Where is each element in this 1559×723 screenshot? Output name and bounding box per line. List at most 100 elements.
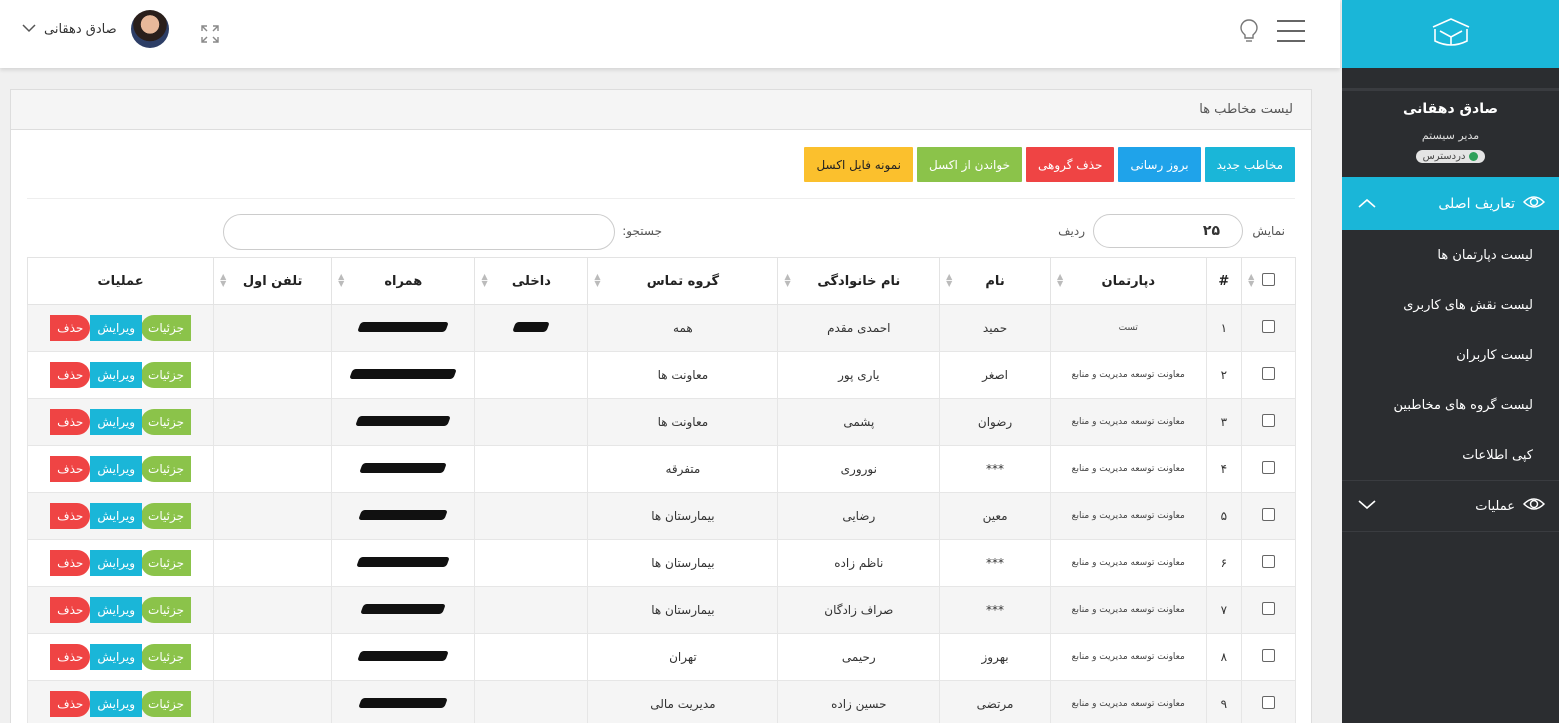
select-all-checkbox[interactable] bbox=[1262, 272, 1276, 286]
details-button[interactable]: جزئیات bbox=[141, 597, 191, 623]
row-select-cell[interactable] bbox=[1241, 539, 1296, 587]
table-row[interactable]: ۱ تست حمید احمدی مقدم همه جزئیات ویرایش حذف bbox=[26, 304, 1296, 352]
sort-icon[interactable]: ▲ ▼ bbox=[946, 273, 952, 288]
table-row[interactable]: ۷ معاونت توسعه مدیریت و منابع *** صراف زادگ… bbox=[26, 586, 1296, 634]
bulb-icon[interactable] bbox=[1240, 19, 1258, 47]
delete-button[interactable]: حذف bbox=[50, 503, 91, 529]
cell-group: بیمارستان ها bbox=[587, 586, 779, 634]
header-mobile[interactable]: همراه ▲ ▼ bbox=[331, 257, 476, 305]
table-row[interactable]: ۳ معاونت توسعه مدیریت و منابع رضوان پشمی معا… bbox=[26, 398, 1296, 446]
table-row[interactable]: ۶ معاونت توسعه مدیریت و منابع *** ناظم زاده… bbox=[26, 539, 1296, 587]
row-checkbox[interactable] bbox=[1262, 414, 1276, 427]
header-extension[interactable]: داخلی ▲ ▼ bbox=[474, 257, 589, 305]
edit-button[interactable]: ویرایش bbox=[90, 503, 143, 529]
sidebar-item-departments[interactable]: لیست دپارتمان ها bbox=[1342, 230, 1559, 280]
row-select-cell[interactable] bbox=[1241, 304, 1296, 352]
row-select-cell[interactable] bbox=[1241, 680, 1296, 723]
details-button[interactable]: جزئیات bbox=[141, 315, 191, 341]
details-button[interactable]: جزئیات bbox=[141, 409, 191, 435]
sidebar-menu-main[interactable]: تعاریف اصلی bbox=[1342, 177, 1559, 230]
row-checkbox[interactable] bbox=[1262, 602, 1276, 615]
row-select-cell[interactable] bbox=[1241, 398, 1296, 446]
cell-group: بیمارستان ها bbox=[587, 492, 779, 540]
row-checkbox[interactable] bbox=[1262, 555, 1276, 568]
edit-button[interactable]: ویرایش bbox=[90, 644, 143, 670]
header-phone[interactable]: تلفن اول ▲ ▼ bbox=[213, 257, 333, 305]
header-num[interactable]: # bbox=[1205, 257, 1243, 305]
row-select-cell[interactable] bbox=[1241, 492, 1296, 540]
sort-icon[interactable]: ▲ ▼ bbox=[1248, 273, 1254, 288]
sidebar-menu-ops[interactable]: عملیات bbox=[1342, 480, 1559, 532]
edit-button[interactable]: ویرایش bbox=[90, 362, 143, 388]
details-button[interactable]: جزئیات bbox=[141, 456, 191, 482]
cell-last-name: نوروری bbox=[777, 445, 941, 493]
select-all-header[interactable]: ▲ ▼ bbox=[1241, 257, 1296, 305]
edit-button[interactable]: ویرایش bbox=[90, 315, 143, 341]
details-button[interactable]: جزئیات bbox=[141, 691, 191, 717]
header-group[interactable]: گروه تماس ▲ ▼ bbox=[587, 257, 779, 305]
details-button[interactable]: جزئیات bbox=[141, 550, 191, 576]
edit-button[interactable]: ویرایش bbox=[90, 691, 143, 717]
edit-button[interactable]: ویرایش bbox=[90, 456, 143, 482]
new-contact-button[interactable]: مخاطب جدید bbox=[1204, 147, 1295, 182]
sample-excel-button[interactable]: نمونه فایل اکسل bbox=[804, 147, 913, 182]
sort-icon[interactable]: ▲ ▼ bbox=[338, 273, 344, 288]
cell-last-name: رضایی bbox=[777, 492, 941, 540]
row-checkbox[interactable] bbox=[1262, 649, 1276, 662]
table-row[interactable]: ۴ معاونت توسعه مدیریت و منابع *** نوروری متف… bbox=[26, 445, 1296, 493]
delete-button[interactable]: حذف bbox=[50, 409, 91, 435]
row-checkbox[interactable] bbox=[1262, 696, 1276, 709]
sidebar-item-copy-data[interactable]: کپی اطلاعات bbox=[1342, 430, 1559, 480]
delete-button[interactable]: حذف bbox=[50, 456, 91, 482]
expand-icon[interactable] bbox=[201, 25, 219, 47]
search-input[interactable] bbox=[223, 214, 615, 250]
sidebar-logo[interactable] bbox=[1342, 0, 1559, 68]
cell-mobile bbox=[331, 351, 476, 399]
table-row[interactable]: ۲ معاونت توسعه مدیریت و منابع اصغر یاری پور… bbox=[26, 351, 1296, 399]
edit-button[interactable]: ویرایش bbox=[90, 409, 143, 435]
row-checkbox[interactable] bbox=[1262, 320, 1276, 333]
sidebar-item-contact-groups[interactable]: لیست گروه های مخاطبین bbox=[1342, 380, 1559, 430]
sidebar-item-users[interactable]: لیست کاربران bbox=[1342, 330, 1559, 380]
import-excel-button[interactable]: خواندن از اکسل bbox=[917, 147, 1022, 182]
header-last-name[interactable]: نام خانوادگی ▲ ▼ bbox=[777, 257, 941, 305]
header-first-name[interactable]: نام ▲ ▼ bbox=[939, 257, 1051, 305]
bulk-delete-button[interactable]: حذف گروهی bbox=[1026, 147, 1115, 182]
avatar[interactable] bbox=[130, 10, 169, 48]
delete-button[interactable]: حذف bbox=[50, 597, 91, 623]
details-button[interactable]: جزئیات bbox=[141, 644, 191, 670]
row-select-cell[interactable] bbox=[1241, 633, 1296, 681]
edit-button[interactable]: ویرایش bbox=[90, 550, 143, 576]
update-button[interactable]: بروز رسانی bbox=[1118, 147, 1201, 182]
row-select-cell[interactable] bbox=[1241, 445, 1296, 493]
sort-icon[interactable]: ▲ ▼ bbox=[220, 273, 226, 288]
sidebar-item-roles[interactable]: لیست نقش های کاربری bbox=[1342, 280, 1559, 330]
delete-button[interactable]: حذف bbox=[50, 691, 91, 717]
sort-icon[interactable]: ▲ ▼ bbox=[1057, 273, 1063, 288]
sort-icon[interactable]: ▲ ▼ bbox=[784, 273, 790, 288]
row-checkbox[interactable] bbox=[1262, 461, 1276, 474]
row-checkbox[interactable] bbox=[1262, 367, 1276, 380]
user-menu[interactable]: صادق دهقانی bbox=[22, 10, 169, 48]
delete-button[interactable]: حذف bbox=[50, 550, 91, 576]
row-select-cell[interactable] bbox=[1241, 351, 1296, 399]
table-row[interactable]: ۹ معاونت توسعه مدیریت و منابع مرتضی حسین زا… bbox=[26, 680, 1296, 723]
delete-button[interactable]: حذف bbox=[50, 644, 91, 670]
sort-icon[interactable]: ▲ ▼ bbox=[481, 273, 487, 288]
chevron-down-icon[interactable] bbox=[22, 21, 36, 37]
delete-button[interactable]: حذف bbox=[50, 362, 91, 388]
details-button[interactable]: جزئیات bbox=[141, 503, 191, 529]
delete-button[interactable]: حذف bbox=[50, 315, 91, 341]
row-checkbox[interactable] bbox=[1262, 508, 1276, 521]
edit-button[interactable]: ویرایش bbox=[90, 597, 143, 623]
sort-icon[interactable]: ▲ ▼ bbox=[594, 273, 600, 288]
header-dept[interactable]: دپارتمان ▲ ▼ bbox=[1049, 257, 1207, 305]
page-length-select[interactable]: ۲۵ bbox=[1093, 214, 1243, 248]
table-row[interactable]: ۵ معاونت توسعه مدیریت و منابع معین رضایی بیم… bbox=[26, 492, 1296, 540]
row-select-cell[interactable] bbox=[1241, 586, 1296, 634]
menu-icon[interactable] bbox=[1277, 20, 1305, 42]
topbar-user-name[interactable]: صادق دهقانی bbox=[44, 22, 117, 37]
details-button[interactable]: جزئیات bbox=[141, 362, 191, 388]
cell-num: ۲ bbox=[1205, 351, 1243, 399]
table-row[interactable]: ۸ معاونت توسعه مدیریت و منابع بهروز رحیمی ته… bbox=[26, 633, 1296, 681]
